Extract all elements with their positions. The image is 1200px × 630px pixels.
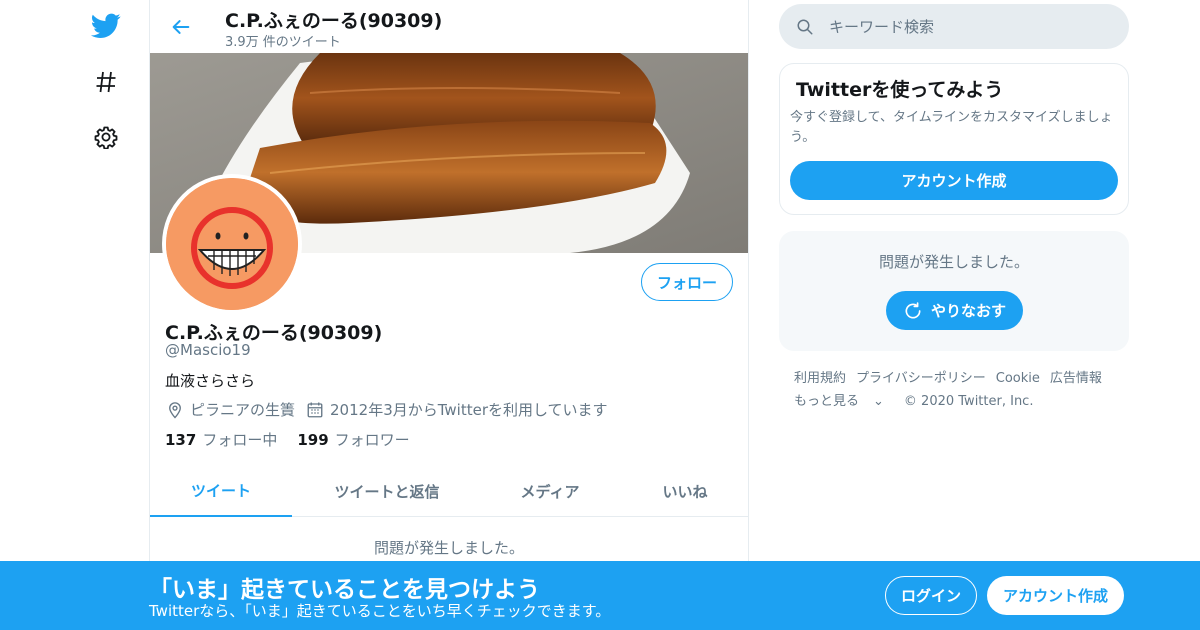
gear-icon[interactable] [86, 117, 126, 157]
bottom-bar-subtitle: Twitterなら、「いま」起きていることをいち早くチェックできます。 [149, 602, 611, 620]
location-pin-icon [165, 400, 185, 420]
following-label: フォロー中 [202, 431, 278, 449]
search-icon [795, 17, 815, 37]
signup-card: Twitterを使ってみよう 今すぐ登録して、タイムラインをカスタマイズしましょ… [779, 63, 1129, 215]
profile-column: C.P.ふぇのーる(90309) 3.9万 件のツイート フォロー C.P.ふぇ… [149, 0, 749, 630]
profile-bio: 血液さらさら [165, 372, 256, 390]
calendar-icon [305, 400, 325, 420]
followers-link[interactable]: 199 フォロワー [297, 429, 409, 450]
followers-label: フォロワー [334, 431, 410, 449]
follow-button[interactable]: フォロー [641, 263, 733, 301]
refresh-icon [903, 301, 923, 321]
profile-location: ピラニアの生簀 [190, 401, 296, 419]
bottom-bar-title: 「いま」起きていることを見つけよう [149, 577, 540, 603]
signup-bottom-bar: 「いま」起きていることを見つけよう Twitterなら、「いま」起きていることを… [0, 561, 1200, 630]
trends-error-message: 問題が発生しました。 [878, 253, 1029, 271]
footer-more-link[interactable]: もっと見る ⌄ [794, 394, 894, 409]
bottom-create-account-button[interactable]: アカウント作成 [987, 576, 1124, 615]
profile-meta: ピラニアの生簀 2012年3月からTwitterを利用しています [165, 399, 608, 420]
profile-header-bar: C.P.ふぇのーる(90309) 3.9万 件のツイート [150, 0, 748, 53]
footer-more-label: もっと見る [794, 394, 860, 409]
profile-joined-date: 2012年3月からTwitterを利用しています [330, 401, 608, 419]
tab-likes[interactable]: いいね [630, 465, 740, 517]
create-account-button[interactable]: アカウント作成 [790, 161, 1118, 200]
signup-card-title: Twitterを使ってみよう [796, 79, 1004, 101]
tab-tweets-and-replies[interactable]: ツイートと返信 [302, 465, 472, 517]
profile-tabs: ツイート ツイートと返信 メディア いいね [150, 465, 748, 517]
footer-links: 利用規約 プライバシーポリシー Cookie 広告情報 もっと見る ⌄ © 2020 Tw… [794, 367, 1124, 413]
footer-link-terms[interactable]: 利用規約 [794, 371, 846, 386]
search-box[interactable] [779, 4, 1129, 49]
twitter-bird-icon[interactable] [86, 6, 126, 46]
footer-link-ads[interactable]: 広告情報 [1050, 371, 1102, 386]
trends-error-card: 問題が発生しました。 やりなおす [779, 231, 1129, 351]
following-count: 137 [165, 431, 197, 449]
tab-media[interactable]: メディア [495, 465, 605, 517]
footer-link-cookie[interactable]: Cookie [996, 371, 1040, 386]
profile-handle: @Mascio19 [165, 341, 251, 359]
tab-tweets[interactable]: ツイート [150, 465, 292, 517]
footer-copyright: © 2020 Twitter, Inc. [903, 394, 1034, 409]
login-button[interactable]: ログイン [885, 576, 977, 615]
signup-card-description: 今すぐ登録して、タイムラインをカスタマイズしましょう。 [790, 110, 1113, 145]
followers-count: 199 [297, 431, 329, 449]
back-arrow-icon[interactable] [166, 12, 196, 42]
retry-label: やりなおす [930, 302, 1006, 320]
footer-link-privacy[interactable]: プライバシーポリシー [856, 371, 986, 386]
header-tweet-count: 3.9万 件のツイート [225, 35, 341, 50]
hashtag-icon[interactable] [86, 62, 126, 102]
chevron-down-icon: ⌄ [873, 394, 884, 409]
retry-button[interactable]: やりなおす [886, 291, 1023, 330]
profile-avatar[interactable] [162, 174, 302, 314]
header-title: C.P.ふぇのーる(90309) [225, 10, 443, 32]
search-input[interactable] [829, 17, 1109, 36]
timeline-error-message: 問題が発生しました。 [373, 539, 524, 557]
profile-stats: 137 フォロー中 199 フォロワー [165, 429, 430, 450]
following-link[interactable]: 137 フォロー中 [165, 429, 277, 450]
twitter-profile-page: C.P.ふぇのーる(90309) 3.9万 件のツイート フォロー C.P.ふぇ… [0, 0, 1200, 630]
